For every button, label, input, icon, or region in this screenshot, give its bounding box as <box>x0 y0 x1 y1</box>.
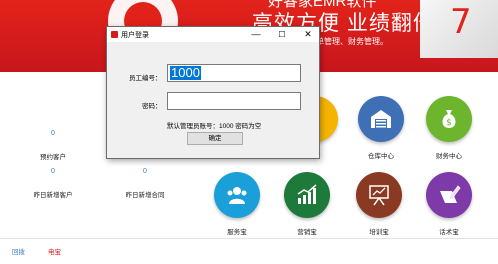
training-board-icon <box>369 185 389 206</box>
module-label-marketing: 营销宝 <box>297 229 317 236</box>
stat-booked-customers[interactable]: 0 预约客户 <box>18 130 88 161</box>
module-warehouse[interactable] <box>358 96 404 142</box>
maximize-button[interactable]: ☐ <box>271 27 293 42</box>
windows7-badge: 7 <box>420 0 498 58</box>
module-label-warehouse: 仓库中心 <box>368 153 394 160</box>
stat-label: 预约客户 <box>40 154 66 161</box>
module-label-script: 话术宝 <box>439 229 459 236</box>
password-label: 密码： <box>142 103 162 110</box>
footer-link-callback[interactable]: 回拨 <box>12 246 25 256</box>
login-dialog: 用户登录 — ☐ ✕ 员工编号： 1000 密码： 默认管理员账号：1000 密… <box>106 26 320 159</box>
footer-link-dianbao[interactable]: 电宝 <box>48 246 61 256</box>
module-label-finance: 财务中心 <box>436 153 462 160</box>
stat-label: 昨日新增客户 <box>33 192 73 199</box>
module-finance[interactable]: $ <box>426 96 472 142</box>
module-script[interactable] <box>426 172 472 218</box>
footer-divider <box>0 238 498 239</box>
module-service[interactable] <box>214 172 260 218</box>
module-training[interactable] <box>356 172 402 218</box>
employee-id-input[interactable]: 1000 <box>167 64 301 82</box>
stat-value: 0 <box>143 168 147 175</box>
module-marketing[interactable] <box>284 172 330 218</box>
employee-id-label: 员工编号： <box>129 75 162 82</box>
stat-new-contracts[interactable]: 0 昨日新增合同 <box>110 168 180 199</box>
app-icon <box>111 31 118 38</box>
stat-label: 昨日新增合同 <box>125 192 165 199</box>
stat-new-customers[interactable]: 0 昨日新增客户 <box>18 168 88 199</box>
module-label-training: 培训宝 <box>369 229 389 236</box>
pen-paper-icon <box>440 185 461 203</box>
svg-text:$: $ <box>446 118 452 128</box>
warehouse-icon <box>371 110 391 128</box>
stat-value: 0 <box>51 168 55 175</box>
windows7-digit: 7 <box>450 2 472 42</box>
employee-id-value: 1000 <box>170 65 201 80</box>
service-people-icon <box>227 187 247 204</box>
stat-value: 0 <box>51 130 55 137</box>
module-label-service: 服务宝 <box>227 229 247 236</box>
growth-chart-icon <box>297 184 317 204</box>
dialog-title: 用户登录 <box>121 32 149 39</box>
dialog-titlebar[interactable]: 用户登录 — ☐ ✕ <box>107 27 319 42</box>
ok-button[interactable]: 确定 <box>187 132 243 145</box>
default-account-hint: 默认管理员账号：1000 密码为空 <box>167 123 262 130</box>
password-input[interactable] <box>167 92 301 110</box>
money-bag-icon: $ <box>442 110 456 128</box>
minimize-button[interactable]: — <box>245 27 267 42</box>
close-button[interactable]: ✕ <box>297 27 319 42</box>
